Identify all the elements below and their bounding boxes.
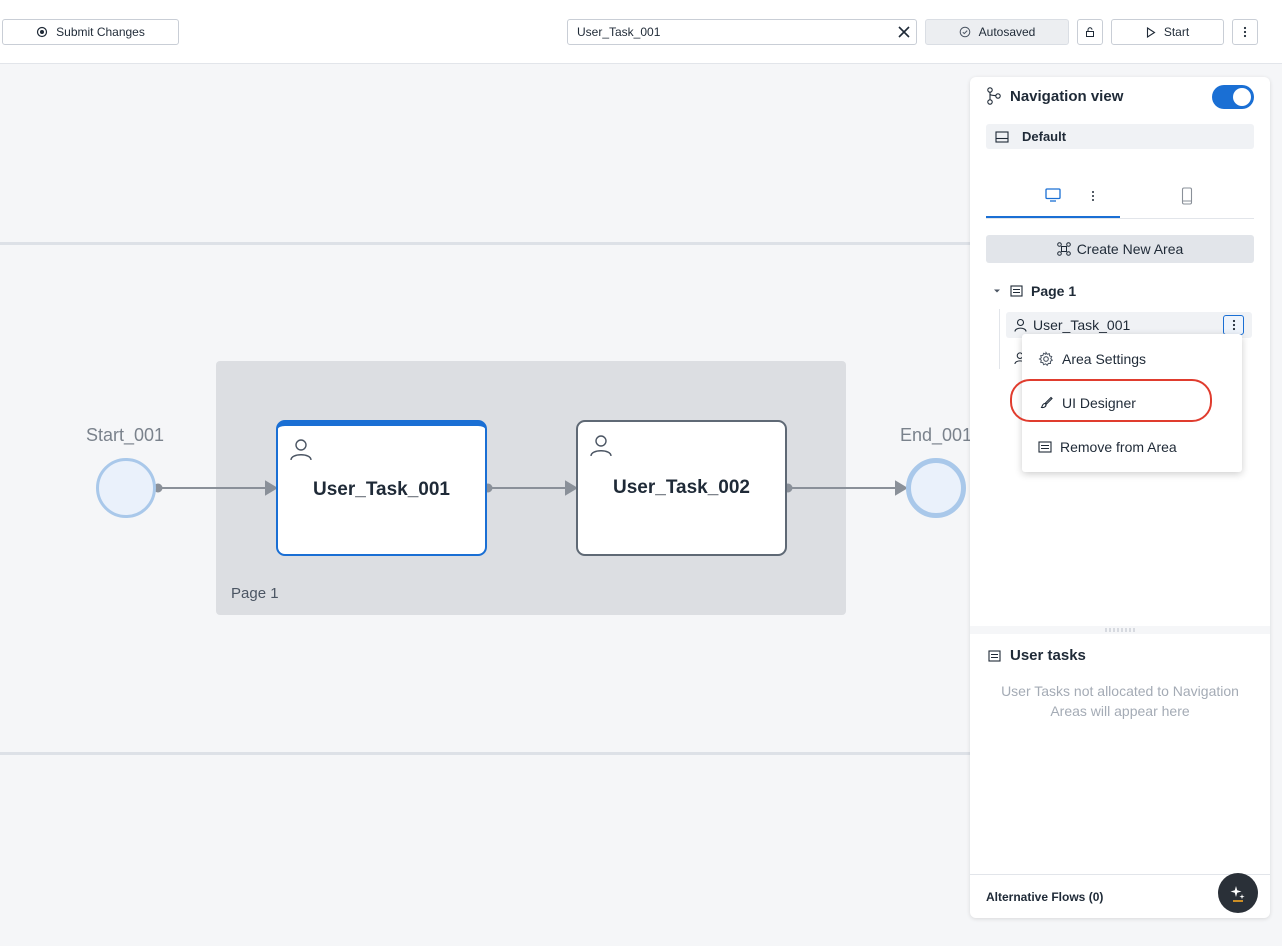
end-event[interactable] [906, 458, 966, 518]
create-new-area-button[interactable]: Create New Area [986, 235, 1254, 263]
gear-icon [1038, 351, 1054, 367]
tab-more-options[interactable] [1086, 173, 1100, 218]
tree-item-label: User_Task_001 [1033, 317, 1131, 333]
list-icon [988, 649, 1001, 662]
tree-item-menu-button[interactable] [1223, 315, 1244, 335]
task-label: User_Task_001 [313, 479, 450, 500]
tree-page-node[interactable]: Page 1 [992, 283, 1076, 299]
menu-item-label: Area Settings [1062, 351, 1147, 367]
layout-selector[interactable]: Default [986, 124, 1254, 149]
ui-designer-highlight-ring [1010, 379, 1212, 422]
list-icon [1038, 441, 1052, 453]
create-new-area-label: Create New Area [1076, 241, 1184, 257]
kebab-icon [1092, 190, 1094, 201]
navigation-view-toggle[interactable] [1212, 85, 1254, 109]
navigation-panel: Navigation view Default Create New Area … [970, 77, 1270, 918]
grip-icon [1104, 628, 1136, 632]
task-label: User_Task_002 [613, 477, 750, 498]
page-icon [1010, 285, 1023, 297]
user-icon [290, 439, 312, 461]
ai-assistant-button[interactable] [1218, 873, 1258, 913]
user-icon [1014, 318, 1027, 332]
user-task-001[interactable]: User_Task_001 [276, 420, 487, 556]
tree-page-label: Page 1 [1031, 283, 1077, 299]
panel-title: Navigation view [1010, 87, 1124, 105]
tree-guide-line [999, 309, 1000, 369]
navigation-flow-icon [987, 87, 1001, 105]
panel-header: Navigation view [986, 87, 1123, 105]
area-icon [1056, 242, 1071, 256]
panel-resize-handle[interactable] [970, 626, 1270, 634]
user-task-002[interactable]: User_Task_002 [576, 420, 787, 556]
tab-mobile[interactable] [1120, 173, 1254, 218]
caret-down-icon[interactable] [992, 287, 1002, 295]
end-event-label: End_001 [900, 425, 973, 445]
alternative-flows-label: Alternative Flows (0) [986, 889, 1104, 904]
user-tasks-title: User tasks [1010, 647, 1086, 664]
desktop-icon [1045, 187, 1061, 202]
menu-item-area-settings[interactable]: Area Settings [1022, 342, 1242, 376]
start-event[interactable] [96, 458, 156, 518]
menu-item-label: Remove from Area [1060, 439, 1177, 455]
sparkle-icon [1230, 886, 1245, 902]
menu-item-remove-from-area[interactable]: Remove from Area [1022, 430, 1242, 464]
layout-name: Default [1022, 129, 1067, 144]
device-tabs [986, 173, 1254, 219]
user-tasks-header: User tasks [988, 647, 1086, 664]
user-icon [590, 435, 612, 457]
start-event-label: Start_001 [86, 425, 165, 445]
layout-icon [995, 130, 1009, 143]
kebab-icon [1232, 319, 1235, 331]
user-tasks-empty-text: User Tasks not allocated to Navigation A… [1001, 683, 1239, 719]
mobile-icon [1181, 186, 1193, 205]
